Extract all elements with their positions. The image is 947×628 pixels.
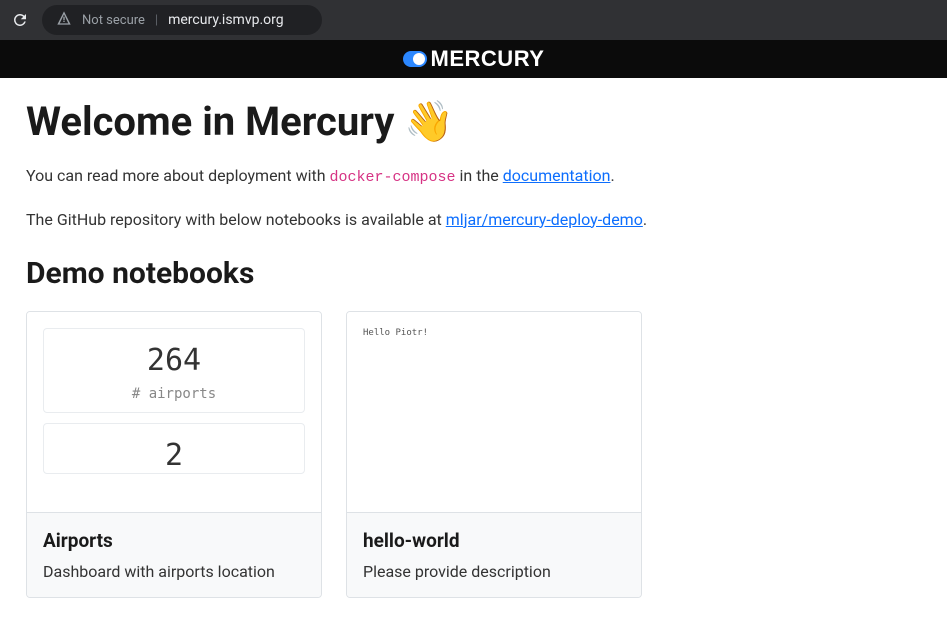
repo-link[interactable]: mljar/mercury-deploy-demo (446, 210, 643, 229)
stat-label: # airports (54, 386, 294, 402)
intro2-post: . (643, 210, 647, 229)
brand-logo[interactable]: MERCURY (403, 46, 545, 72)
intro1-post: . (610, 166, 614, 185)
card-body: hello-world Please provide description (347, 512, 641, 597)
intro-line-1: You can read more about deployment with … (26, 164, 921, 190)
toggle-icon (403, 51, 427, 67)
card-preview: 264 # airports 2 (27, 312, 321, 512)
intro1-code: docker-compose (330, 169, 456, 186)
stat-box: 264 # airports (43, 328, 305, 413)
not-secure-icon (56, 10, 72, 30)
reload-icon (11, 11, 29, 29)
notebook-card-airports[interactable]: 264 # airports 2 Airports Dashboard with… (26, 311, 322, 598)
url-text: mercury.ismvp.org (168, 12, 284, 28)
main-content: Welcome in Mercury 👋 You can read more a… (0, 78, 947, 618)
top-banner: MERCURY (0, 40, 947, 78)
intro2-pre: The GitHub repository with below noteboo… (26, 210, 446, 229)
intro-line-2: The GitHub repository with below noteboo… (26, 208, 921, 232)
documentation-link[interactable]: documentation (503, 166, 611, 185)
notebook-card-hello-world[interactable]: Hello Piotr! hello-world Please provide … (346, 311, 642, 598)
stat-number: 264 (54, 343, 294, 378)
card-body: Airports Dashboard with airports locatio… (27, 512, 321, 597)
stat-number: 2 (44, 438, 304, 473)
card-description: Please provide description (363, 562, 625, 581)
address-area[interactable]: Not secure | mercury.ismvp.org (42, 5, 322, 35)
demo-heading: Demo notebooks (26, 256, 921, 291)
address-divider: | (155, 13, 158, 28)
not-secure-label: Not secure (82, 13, 145, 28)
card-preview: Hello Piotr! (347, 312, 641, 512)
card-description: Dashboard with airports location (43, 562, 305, 581)
card-title: hello-world (363, 529, 625, 552)
page-title: Welcome in Mercury 👋 (26, 98, 921, 146)
intro1-pre: You can read more about deployment with (26, 166, 330, 185)
browser-address-bar: Not secure | mercury.ismvp.org (0, 0, 947, 40)
intro1-mid: in the (456, 166, 503, 185)
notebook-cards: 264 # airports 2 Airports Dashboard with… (26, 311, 921, 598)
brand-name: MERCURY (431, 46, 545, 72)
reload-button[interactable] (8, 8, 32, 32)
hello-preview-text: Hello Piotr! (363, 328, 625, 338)
airports-preview: 264 # airports 2 (43, 328, 305, 474)
card-title: Airports (43, 529, 305, 552)
stat-box: 2 (43, 423, 305, 474)
